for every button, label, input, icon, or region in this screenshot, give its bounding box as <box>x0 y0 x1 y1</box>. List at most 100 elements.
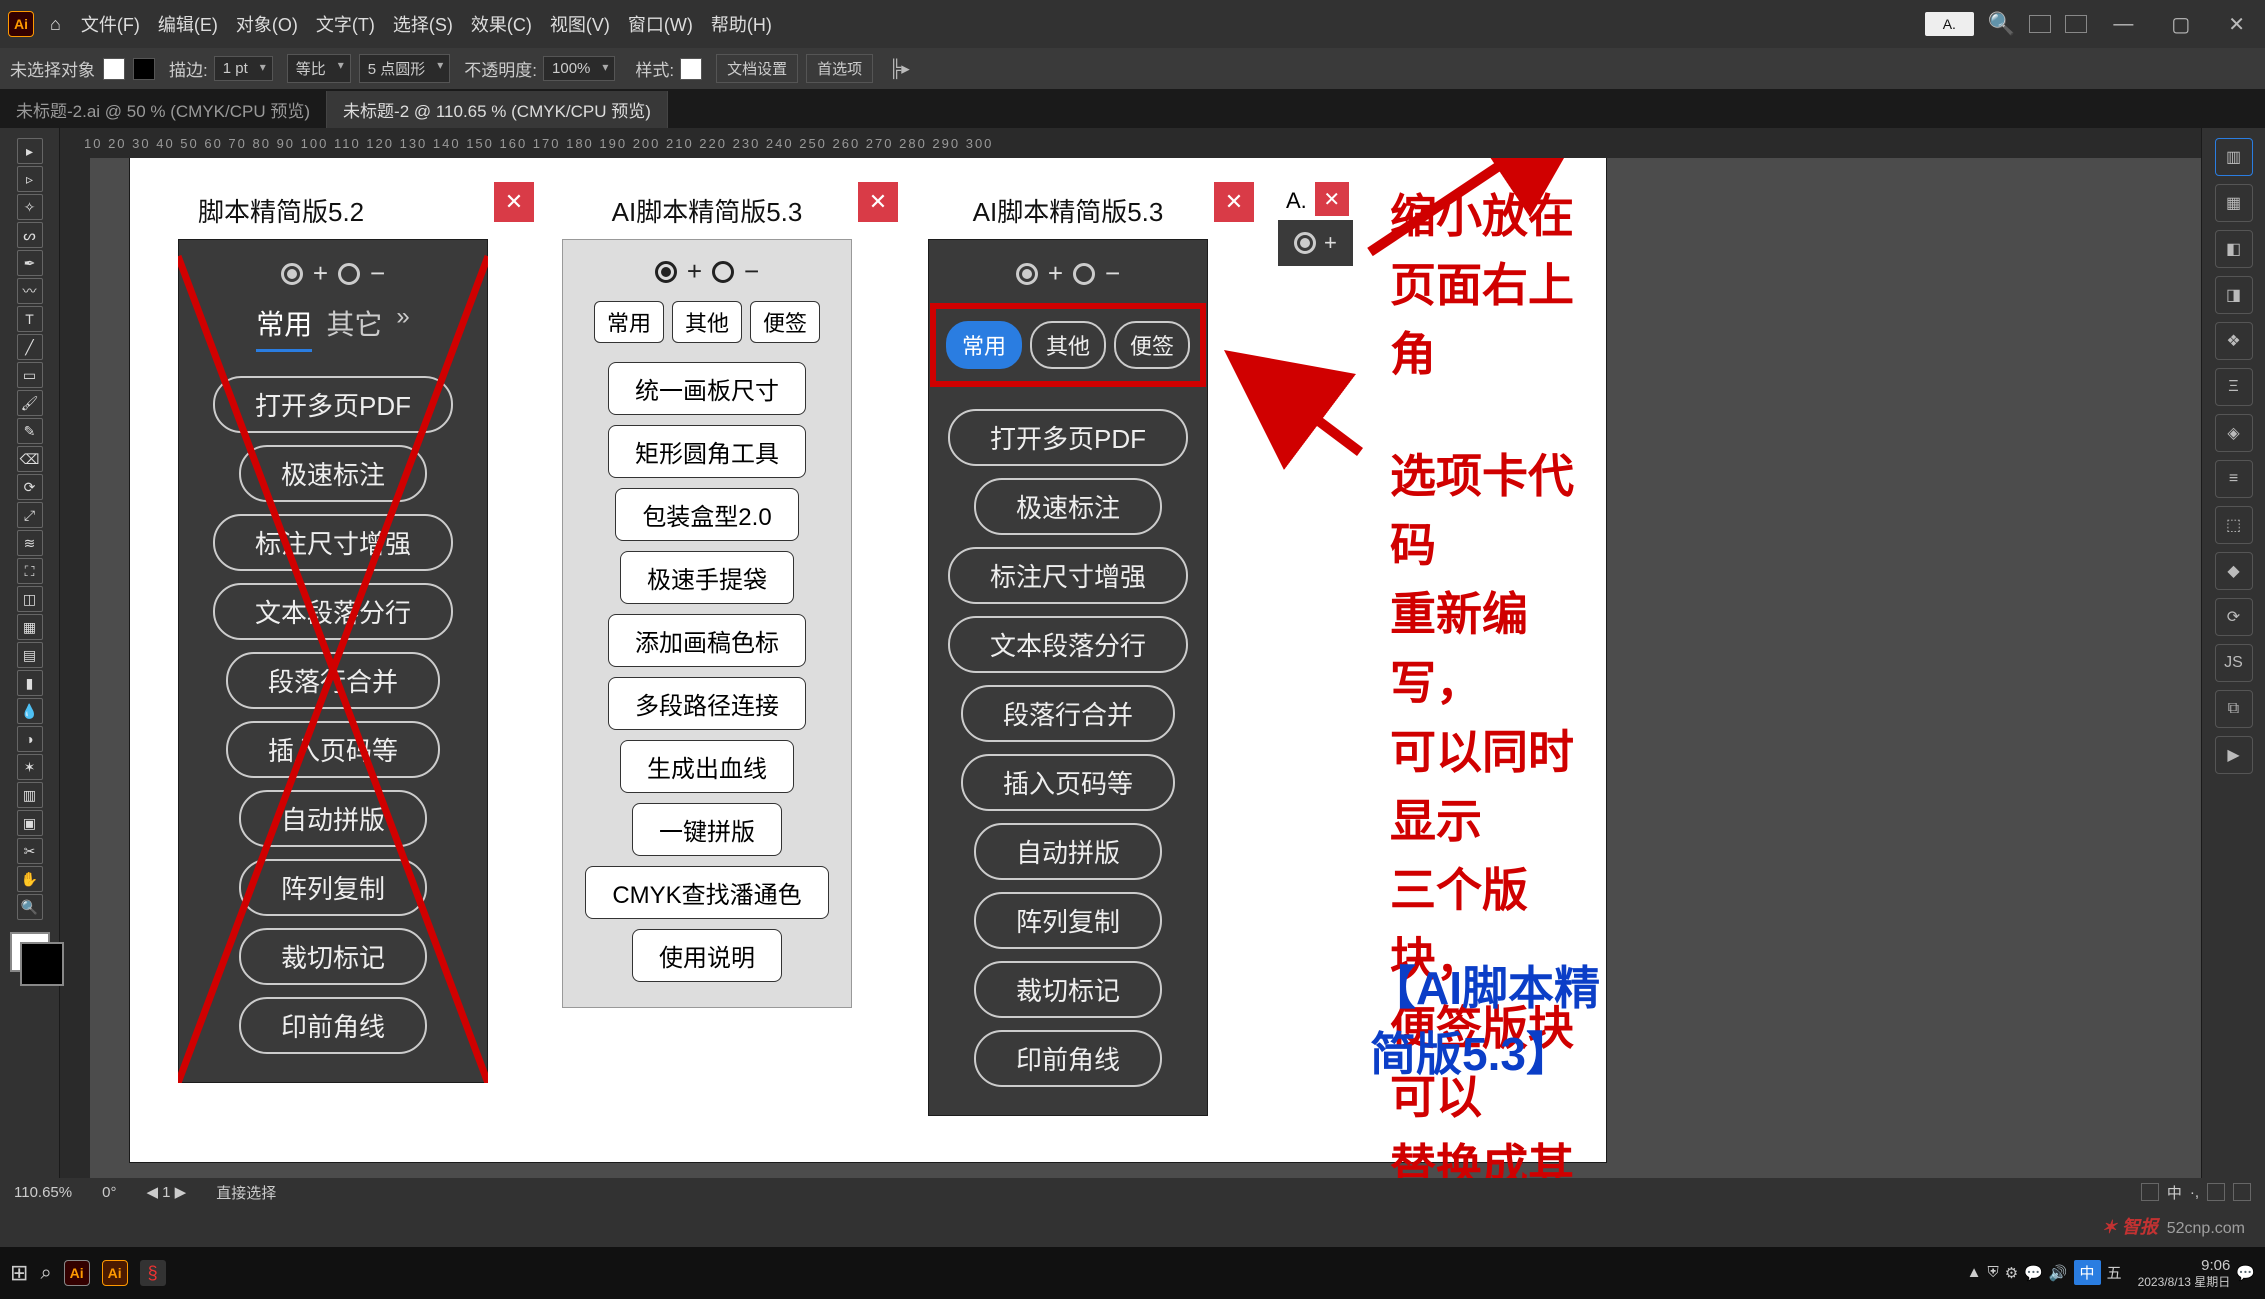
panel-c-btn-8[interactable]: 裁切标记 <box>974 961 1162 1018</box>
doc-setup-button[interactable]: 文档设置 <box>716 54 798 83</box>
panel-icon-4[interactable]: ❖ <box>2215 322 2253 360</box>
panel-c-close[interactable]: ✕ <box>1214 182 1254 222</box>
panel-a-tab-2[interactable]: 其它 <box>326 303 382 352</box>
panel-b-tab-2[interactable]: 其他 <box>672 301 742 343</box>
panel-a-radio[interactable]: + − <box>281 258 385 289</box>
ime-icon-1[interactable] <box>2141 1183 2159 1201</box>
ime-punct-icon[interactable]: ·, <box>2190 1184 2199 1201</box>
task-app-1[interactable]: Ai <box>64 1260 90 1286</box>
doc-tab-2[interactable]: 未标题-2 @ 110.65 % (CMYK/CPU 预览) <box>327 91 668 128</box>
ime-lang[interactable]: 中 <box>2167 1182 2182 1203</box>
panel-icon-11[interactable]: JS <box>2215 644 2253 682</box>
eyedropper-tool[interactable]: 💧 <box>17 698 43 724</box>
panel-icon-8[interactable]: ⬚ <box>2215 506 2253 544</box>
width-tool[interactable]: ≋ <box>17 530 43 556</box>
artboard-nav[interactable]: ◀ 1 ▶ <box>146 1183 186 1201</box>
artboard-zone[interactable]: 脚本精简版5.2 ✕ + − 常用 其它 » <box>90 158 2201 1178</box>
panel-mini-radio[interactable]: + <box>1278 220 1353 266</box>
align-icon[interactable]: ╠▸ <box>889 59 910 79</box>
panel-c-btn-2[interactable]: 标注尺寸增强 <box>948 547 1188 604</box>
panel-icon-13[interactable]: ▶ <box>2215 736 2253 774</box>
menu-edit[interactable]: 编辑(E) <box>154 9 222 39</box>
tray-icon-1[interactable]: ▲ <box>1967 1264 1982 1281</box>
tray-icon-4[interactable]: 💬 <box>2024 1264 2043 1282</box>
opacity-value[interactable]: 100% <box>543 56 615 81</box>
panel-c-btn-4[interactable]: 段落行合并 <box>961 685 1175 742</box>
panel-c-btn-0[interactable]: 打开多页PDF <box>948 409 1188 466</box>
panel-a-btn-8[interactable]: 裁切标记 <box>239 928 427 985</box>
direct-select-tool[interactable]: ▹ <box>17 166 43 192</box>
line-tool[interactable]: ╱ <box>17 334 43 360</box>
mesh-tool[interactable]: ▤ <box>17 642 43 668</box>
tray-notification-icon[interactable]: 💬 <box>2236 1264 2255 1282</box>
menu-effect[interactable]: 效果(C) <box>467 9 536 39</box>
tray-icon-2[interactable]: ⛨ <box>1987 1264 1998 1281</box>
rotate-tool[interactable]: ⟳ <box>17 474 43 500</box>
panel-a-btn-2[interactable]: 标注尺寸增强 <box>213 514 453 571</box>
panel-c-btn-5[interactable]: 插入页码等 <box>961 754 1175 811</box>
panel-b-btn-4[interactable]: 添加画稿色标 <box>608 614 806 667</box>
menu-window[interactable]: 窗口(W) <box>624 9 697 39</box>
panel-a-btn-4[interactable]: 段落行合并 <box>226 652 440 709</box>
menu-object[interactable]: 对象(O) <box>232 9 302 39</box>
panel-icon-5[interactable]: Ξ <box>2215 368 2253 406</box>
panel-icon-6[interactable]: ◈ <box>2215 414 2253 452</box>
panel-icon-7[interactable]: ≡ <box>2215 460 2253 498</box>
stroke-swatch[interactable] <box>133 58 155 80</box>
hand-tool[interactable]: ✋ <box>17 866 43 892</box>
chevron-right-icon[interactable]: » <box>396 303 409 352</box>
panel-c-btn-9[interactable]: 印前角线 <box>974 1030 1162 1087</box>
panel-b-btn-9[interactable]: 使用说明 <box>632 929 782 982</box>
tray-icon-3[interactable]: ⚙ <box>2005 1264 2018 1282</box>
start-button[interactable]: ⊞ <box>10 1260 28 1286</box>
fill-swatch[interactable] <box>103 58 125 80</box>
search-icon[interactable]: 🔍 <box>1988 11 2015 37</box>
graph-tool[interactable]: ▥ <box>17 782 43 808</box>
panel-b-btn-2[interactable]: 包装盒型2.0 <box>615 488 798 541</box>
panel-icon-10[interactable]: ⟳ <box>2215 598 2253 636</box>
maximize-button[interactable]: ▢ <box>2159 8 2202 41</box>
panel-c-tab-2[interactable]: 其他 <box>1030 321 1106 369</box>
rotate-0-icon[interactable]: 0° <box>102 1184 116 1201</box>
task-app-2[interactable]: Ai <box>102 1260 128 1286</box>
style-swatch[interactable] <box>680 58 702 80</box>
panel-b-btn-8[interactable]: CMYK查找潘通色 <box>585 866 828 919</box>
stroke-weight[interactable]: 1 pt <box>214 56 273 81</box>
shape-builder-tool[interactable]: ◫ <box>17 586 43 612</box>
doc-tab-1[interactable]: 未标题-2.ai @ 50 % (CMYK/CPU 预览) <box>0 91 327 128</box>
blend-tool[interactable]: ◑ <box>17 726 43 752</box>
panel-icon-12[interactable]: ⧉ <box>2215 690 2253 728</box>
selection-tool[interactable]: ▸ <box>17 138 43 164</box>
panel-icon-9[interactable]: ◆ <box>2215 552 2253 590</box>
symbol-sprayer-tool[interactable]: ✶ <box>17 754 43 780</box>
prefs-button[interactable]: 首选项 <box>806 54 873 83</box>
panel-b-close[interactable]: ✕ <box>858 182 898 222</box>
shaper-tool[interactable]: ✎ <box>17 418 43 444</box>
panel-b-btn-3[interactable]: 极速手提袋 <box>620 551 794 604</box>
panel-c-radio[interactable]: + − <box>1016 258 1120 289</box>
ime-icon-2[interactable] <box>2207 1183 2225 1201</box>
scale-tool[interactable]: ⤢ <box>17 502 43 528</box>
menu-file[interactable]: 文件(F) <box>77 9 144 39</box>
close-button[interactable]: ✕ <box>2216 8 2257 41</box>
panel-b-tab-1[interactable]: 常用 <box>594 301 664 343</box>
panel-icon-2[interactable]: ◧ <box>2215 230 2253 268</box>
panel-a-btn-0[interactable]: 打开多页PDF <box>213 376 453 433</box>
lasso-tool[interactable]: ᔕ <box>17 222 43 248</box>
panel-b-btn-6[interactable]: 生成出血线 <box>620 740 794 793</box>
panel-b-btn-0[interactable]: 统一画板尺寸 <box>608 362 806 415</box>
zoom-tool[interactable]: 🔍 <box>17 894 43 920</box>
panel-b-btn-5[interactable]: 多段路径连接 <box>608 677 806 730</box>
ime-icon-3[interactable] <box>2233 1183 2251 1201</box>
panel-icon-1[interactable]: ▦ <box>2215 184 2253 222</box>
curvature-tool[interactable]: 〰 <box>17 278 43 304</box>
panel-a-close[interactable]: ✕ <box>494 182 534 222</box>
fill-stroke-colors[interactable] <box>10 932 50 972</box>
panel-b-radio[interactable]: + − <box>655 256 759 287</box>
zoom-level[interactable]: 110.65% <box>14 1184 72 1201</box>
home-icon[interactable]: ⌂ <box>50 14 61 35</box>
doc-hint[interactable]: A. <box>1925 12 1974 36</box>
rect-tool[interactable]: ▭ <box>17 362 43 388</box>
panel-c-btn-6[interactable]: 自动拼版 <box>974 823 1162 880</box>
corner-dropdown[interactable]: 5 点圆形 <box>359 54 451 83</box>
